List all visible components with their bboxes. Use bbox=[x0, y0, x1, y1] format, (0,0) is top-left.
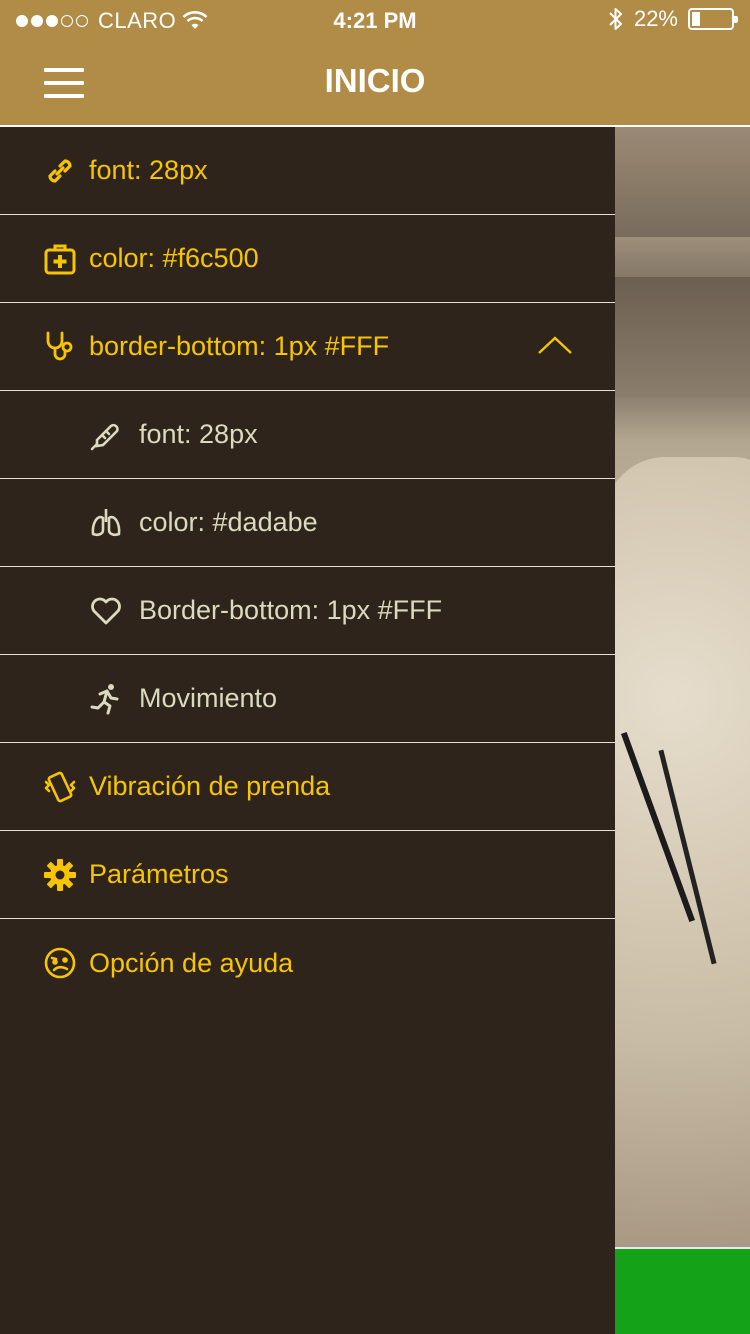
battery-level bbox=[692, 12, 700, 26]
submenu-item-label: Border-bottom: 1px #FFF bbox=[139, 595, 443, 625]
submenu-item-color[interactable]: color: #dadabe bbox=[0, 479, 615, 567]
menu-item-label: font: 28px bbox=[89, 155, 208, 185]
menu-item-label: border-bottom: 1px #FFF bbox=[89, 331, 390, 361]
menu-item-label: color: #f6c500 bbox=[89, 243, 259, 273]
background-photo[interactable] bbox=[615, 127, 750, 1334]
first-aid-kit-icon bbox=[43, 242, 77, 276]
thermometer-icon bbox=[89, 418, 123, 452]
app-header: INICIO bbox=[0, 40, 750, 127]
menu-item-border-bottom-expanded[interactable]: border-bottom: 1px #FFF bbox=[0, 303, 615, 391]
bluetooth-icon bbox=[608, 6, 624, 32]
chevron-up-icon[interactable] bbox=[537, 333, 573, 357]
vibrating-phone-icon bbox=[43, 770, 77, 804]
page-title: INICIO bbox=[324, 62, 426, 99]
menu-item-ayuda[interactable]: Opción de ayuda bbox=[0, 919, 615, 1007]
status-right: 22% bbox=[608, 6, 738, 32]
stethoscope-icon bbox=[43, 330, 77, 364]
battery-icon bbox=[688, 8, 738, 30]
menu-item-label: Opción de ayuda bbox=[89, 947, 294, 978]
gear-icon bbox=[43, 858, 77, 892]
confused-face-icon bbox=[43, 946, 77, 980]
menu-item-label: Vibración de prenda bbox=[89, 771, 331, 801]
submenu-item-font[interactable]: font: 28px bbox=[0, 391, 615, 479]
top-bar: CLARO 4:21 PM 22% INICIO bbox=[0, 0, 750, 127]
submenu-item-border-bottom[interactable]: Border-bottom: 1px #FFF bbox=[0, 567, 615, 655]
menu-item-label: Parámetros bbox=[89, 859, 229, 889]
lungs-icon bbox=[89, 506, 123, 540]
menu-item-color[interactable]: color: #f6c500 bbox=[0, 215, 615, 303]
sheep-image bbox=[615, 457, 750, 1257]
link-icon bbox=[43, 154, 77, 188]
bottom-green-bar[interactable] bbox=[615, 1247, 750, 1334]
status-bar: CLARO 4:21 PM 22% bbox=[0, 0, 750, 40]
battery-percent: 22% bbox=[633, 6, 678, 31]
heart-icon bbox=[89, 594, 123, 628]
submenu-item-movimiento[interactable]: Movimiento bbox=[0, 655, 615, 743]
menu-item-font[interactable]: font: 28px bbox=[0, 127, 615, 215]
submenu-item-label: color: #dadabe bbox=[139, 507, 318, 537]
side-menu: font: 28px color: #f6c500 border-bottom:… bbox=[0, 127, 615, 1334]
submenu-item-label: Movimiento bbox=[139, 683, 278, 713]
submenu-item-label: font: 28px bbox=[139, 419, 258, 449]
menu-item-parametros[interactable]: Parámetros bbox=[0, 831, 615, 919]
menu-item-vibracion[interactable]: Vibración de prenda bbox=[0, 743, 615, 831]
running-person-icon bbox=[89, 682, 123, 716]
